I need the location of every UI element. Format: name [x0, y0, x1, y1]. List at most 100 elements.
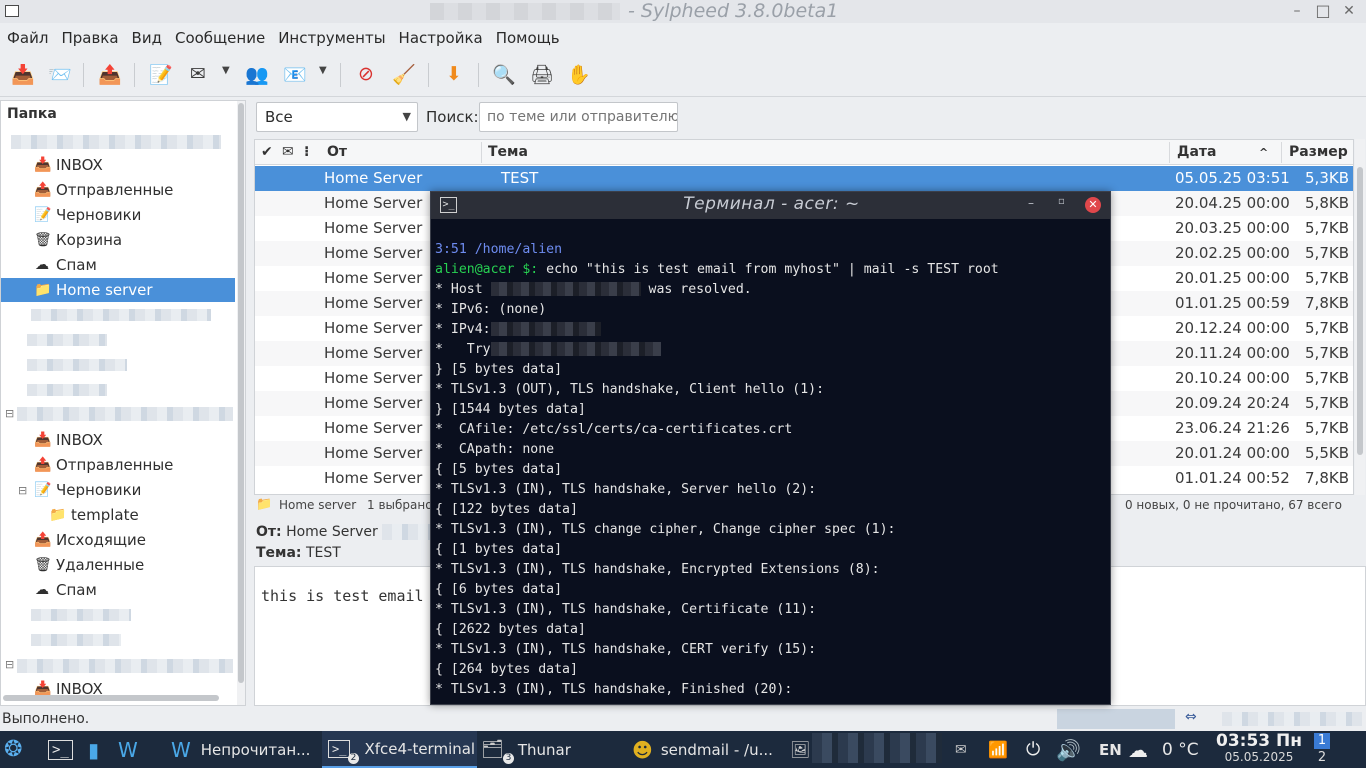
- folder-scrollbar[interactable]: [237, 101, 245, 705]
- drafts-icon: 📝: [34, 482, 52, 498]
- folder-spam-2[interactable]: ☁ Спам: [1, 578, 235, 602]
- folder-home-server[interactable]: 📁 Home server: [1, 278, 235, 302]
- folder-trash[interactable]: 🗑 Корзина: [1, 228, 235, 252]
- menu-view[interactable]: Вид: [132, 29, 162, 47]
- terminal-text: } [5 bytes data]: [435, 362, 563, 377]
- workspace-2[interactable]: 2: [1314, 750, 1330, 766]
- task-thunar[interactable]: 🗂 3 Thunar: [481, 731, 571, 768]
- filter-select[interactable]: Все ▼: [256, 102, 418, 132]
- message-date: 05.05.25 03:51: [1175, 169, 1290, 187]
- message-row[interactable]: Home Server TEST 05.05.25 03:51 5,3KB: [255, 166, 1353, 191]
- menu-edit[interactable]: Правка: [61, 29, 118, 47]
- online-status-icon[interactable]: ⇔: [1185, 709, 1197, 725]
- terminal-close-button[interactable]: ✕: [1085, 197, 1101, 213]
- delete-icon[interactable]: ⊘: [353, 61, 379, 87]
- sent-icon: 📤: [34, 457, 52, 473]
- collapse-account-icon[interactable]: ⊟: [5, 407, 14, 420]
- menu-tools[interactable]: Инструменты: [278, 29, 385, 47]
- terminal-line: * TLSv1.3 (IN), TLS handshake, CERT veri…: [435, 640, 1105, 660]
- task-sendmail[interactable]: ☻ sendmail - /u...: [632, 731, 773, 768]
- volume-icon[interactable]: 🔊: [1056, 731, 1081, 768]
- col-subject[interactable]: Тема: [488, 144, 528, 160]
- stop-icon[interactable]: ✋: [566, 61, 592, 87]
- notification-icon[interactable]: ✉: [955, 731, 967, 768]
- reply-dropdown-icon[interactable]: ▼: [222, 65, 230, 76]
- terminal-launcher-icon[interactable]: >_: [48, 731, 73, 768]
- forward-icon[interactable]: 📧: [282, 61, 308, 87]
- message-size: 5,7KB: [1305, 369, 1349, 387]
- weather-temperature[interactable]: 0 °C: [1162, 731, 1199, 768]
- menu-settings[interactable]: Настройка: [399, 29, 483, 47]
- folder-outbox[interactable]: 📤 Исходящие: [1, 528, 235, 552]
- col-size[interactable]: Размер: [1289, 144, 1348, 160]
- sent-icon: 📤: [34, 182, 52, 198]
- redacted-account-status: [1222, 712, 1362, 726]
- minimize-button[interactable]: –: [1287, 0, 1307, 22]
- maximize-button[interactable]: □: [1313, 0, 1333, 22]
- folder-sent-2[interactable]: 📤 Отправленные: [1, 453, 235, 477]
- message-size: 5,3KB: [1305, 169, 1349, 187]
- folder-inbox-2[interactable]: 📥 INBOX: [1, 428, 235, 452]
- redacted-account-name: [17, 407, 233, 421]
- terminal-window[interactable]: >_ Терминал - acer: ~ – ▫ ✕ 3:51 /home/a…: [430, 191, 1111, 705]
- app-menu-icon[interactable]: ❂: [4, 731, 22, 768]
- scrollbar-thumb[interactable]: [1357, 167, 1363, 455]
- terminal-text: { [5 bytes data]: [435, 462, 563, 477]
- message-from: Home Server: [324, 294, 423, 312]
- task-xfce4-terminal[interactable]: >_ 2 Xfce4-terminal: [322, 731, 477, 768]
- reply-icon[interactable]: ✉: [185, 61, 211, 87]
- scrollbar-thumb[interactable]: [238, 103, 244, 683]
- folder-inbox[interactable]: 📥 INBOX: [1, 153, 235, 177]
- get-all-icon[interactable]: 📨: [47, 61, 73, 87]
- menu-file[interactable]: Файл: [7, 29, 48, 47]
- col-attach[interactable]: ⁝: [304, 144, 309, 160]
- get-mail-icon[interactable]: 📥: [10, 61, 36, 87]
- task-sylpheed[interactable]: W Непрочитан...: [171, 731, 310, 768]
- message-date: 20.03.25 00:00: [1175, 219, 1290, 237]
- sylpheed-launcher-icon[interactable]: W: [118, 731, 138, 768]
- weather-icon[interactable]: ☁: [1128, 731, 1148, 768]
- window-count-badge: 2: [348, 753, 359, 764]
- search-input[interactable]: [479, 102, 678, 132]
- print-icon[interactable]: 🖨: [529, 61, 555, 87]
- col-mark[interactable]: ✉: [282, 144, 294, 160]
- redacted-text: [490, 282, 641, 296]
- terminal-minimize-button[interactable]: –: [1028, 196, 1034, 210]
- folder-sent[interactable]: 📤 Отправленные: [1, 178, 235, 202]
- clock[interactable]: 03:53 Пн 05.05.2025: [1211, 732, 1307, 764]
- compose-icon[interactable]: 📝: [148, 61, 174, 87]
- terminal-output[interactable]: 3:51 /home/alien alien@acer $: echo "this…: [435, 240, 1105, 700]
- folder-drafts[interactable]: 📝 Черновики: [1, 203, 235, 227]
- junk-icon[interactable]: 🧹: [391, 61, 417, 87]
- terminal-line: 3:51 /home/alien: [435, 240, 1105, 260]
- message-date: 20.09.24 20:24: [1175, 394, 1290, 412]
- toolbar-separator: [134, 63, 135, 87]
- col-check[interactable]: ✔: [261, 144, 273, 160]
- keyboard-layout[interactable]: EN: [1099, 731, 1122, 768]
- next-icon[interactable]: ⬇: [441, 61, 467, 87]
- reply-all-icon[interactable]: 👥: [244, 61, 270, 87]
- collapse-account-icon[interactable]: ⊟: [5, 658, 14, 671]
- search-icon[interactable]: 🔍: [491, 61, 517, 87]
- folder-template[interactable]: 📁 template: [1, 503, 235, 527]
- folder-horizontal-scrollbar[interactable]: [3, 695, 219, 701]
- terminal-maximize-button[interactable]: ▫: [1058, 196, 1065, 207]
- col-from[interactable]: От: [327, 144, 347, 160]
- close-button[interactable]: ✕: [1339, 0, 1359, 22]
- photo-icon[interactable]: 🖼: [790, 731, 810, 768]
- message-list-scrollbar[interactable]: [1355, 139, 1365, 495]
- menu-help[interactable]: Помощь: [496, 29, 560, 47]
- folder-drafts-2[interactable]: 📝 Черновики: [1, 478, 235, 502]
- send-queue-icon[interactable]: 📤: [97, 61, 123, 87]
- terminal-line: * CApath: none: [435, 440, 1105, 460]
- drafts-icon: 📝: [34, 207, 52, 223]
- wifi-icon[interactable]: 📶: [988, 731, 1008, 768]
- workspace-1[interactable]: 1: [1314, 733, 1330, 749]
- file-launcher-icon[interactable]: ▮: [88, 731, 99, 768]
- folder-deleted[interactable]: 🗑 Удаленные: [1, 553, 235, 577]
- menu-message[interactable]: Сообщение: [175, 29, 265, 47]
- col-date[interactable]: Дата: [1177, 144, 1216, 160]
- folder-spam[interactable]: ☁ Спам: [1, 253, 235, 277]
- forward-dropdown-icon[interactable]: ▼: [319, 65, 327, 76]
- power-icon[interactable]: ⏻: [1026, 731, 1040, 768]
